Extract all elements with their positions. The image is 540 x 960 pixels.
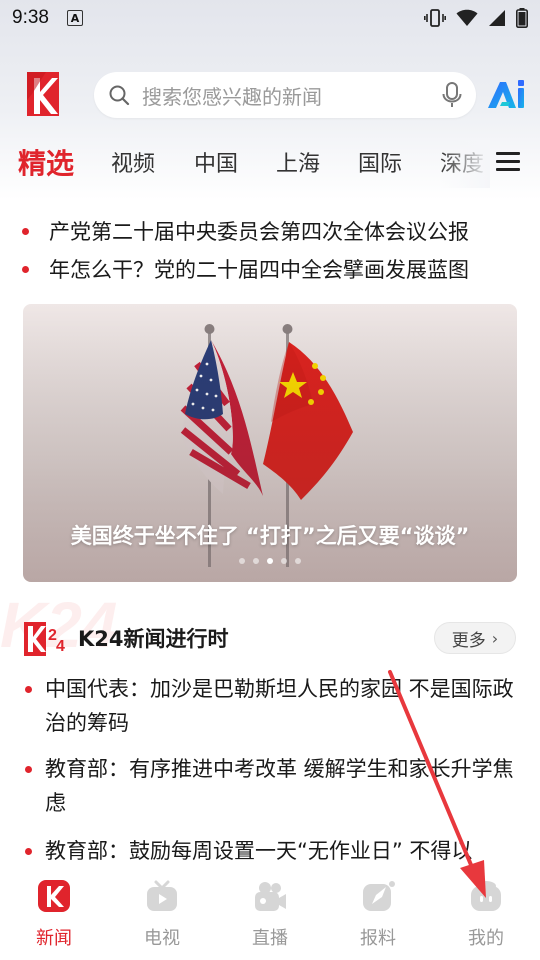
search-input[interactable]: 搜索您感兴趣的新闻 (142, 81, 442, 110)
nav-label: 报料 (360, 928, 396, 949)
headline-item[interactable]: 产党第二十届中央委员会第四次全体会议公报 (22, 216, 469, 246)
carousel-dot-active (267, 558, 273, 564)
tab-international[interactable]: 国际 (358, 146, 402, 178)
tab-shanghai[interactable]: 上海 (276, 146, 320, 178)
svg-text:4: 4 (56, 638, 65, 655)
wifi-icon (456, 9, 478, 26)
search-bar[interactable]: 搜索您感兴趣的新闻 (94, 72, 476, 118)
app-logo[interactable] (24, 70, 62, 118)
category-tabs: 精选 视频 中国 上海 国际 深度 (0, 140, 540, 188)
featured-banner[interactable]: 美国终于坐不住了 “打打”之后又要“谈谈” (23, 304, 517, 582)
news-list-item[interactable]: 教育部：鼓励每周设置一天“无作业日” 不得以 (22, 834, 516, 868)
bullet-dot (22, 227, 29, 235)
banner-caption[interactable]: 美国终于坐不住了 “打打”之后又要“谈谈” (23, 520, 517, 550)
bullet-dot (25, 766, 32, 773)
k24-logo: 2 4 (24, 622, 65, 656)
keyboard-a-icon: A (66, 10, 83, 26)
carousel-dot (295, 558, 301, 564)
camera-icon (255, 882, 286, 911)
ai-icon[interactable] (486, 78, 526, 110)
app-header: 搜索您感兴趣的新闻 (0, 70, 540, 120)
carousel-dot (239, 558, 245, 564)
report-icon (363, 881, 395, 911)
status-time: 9:38 (12, 7, 49, 28)
headline-text[interactable]: 年怎么干？党的二十届四中全会擘画发展蓝图 (49, 254, 469, 284)
more-label: 更多 (451, 630, 486, 651)
nav-report[interactable]: 报料 (338, 878, 418, 950)
profile-icon (471, 881, 501, 911)
nav-label: 我的 (468, 928, 504, 949)
microphone-icon[interactable] (442, 82, 462, 108)
nav-label: 直播 (252, 928, 288, 949)
nav-profile[interactable]: 我的 (446, 878, 526, 950)
carousel-dot (281, 558, 287, 564)
status-bar: 9:38 A (0, 0, 540, 36)
battery-icon (516, 8, 528, 28)
headline-item[interactable]: 年怎么干？党的二十届四中全会擘画发展蓝图 (22, 254, 469, 284)
bottom-navigation: 新闻 电视 直播 报料 我的 (0, 866, 540, 960)
bullet-dot (25, 848, 32, 855)
chevron-right-icon: › (491, 628, 499, 648)
carousel-dot (253, 558, 259, 564)
news-list-item[interactable]: 教育部：有序推进中考改革 缓解学生和家长升学焦虑 (22, 752, 516, 820)
signal-icon (489, 10, 505, 26)
nav-label: 电视 (144, 928, 180, 949)
section-header: 2 4 K24新闻进行时 (22, 618, 229, 658)
tab-china[interactable]: 中国 (194, 146, 238, 178)
nav-label: 新闻 (36, 928, 72, 949)
tv-icon (147, 880, 177, 911)
news-item-text[interactable]: 教育部：有序推进中考改革 缓解学生和家长升学焦虑 (22, 752, 516, 820)
menu-icon[interactable] (496, 152, 520, 174)
search-icon (109, 85, 130, 106)
tab-featured[interactable]: 精选 (18, 142, 74, 182)
tabs-fade-overlay (440, 140, 490, 188)
carousel-indicator (23, 558, 517, 564)
vibrate-icon (424, 9, 446, 27)
nav-live[interactable]: 直播 (230, 878, 310, 950)
nav-news[interactable]: 新闻 (14, 878, 94, 950)
more-button[interactable]: 更多 › (434, 622, 516, 654)
status-icons (424, 8, 528, 28)
nav-tv[interactable]: 电视 (122, 878, 202, 950)
news-list-item[interactable]: 中国代表：加沙是巴勒斯坦人民的家园 不是国际政治的筹码 (22, 672, 516, 740)
news-icon (38, 880, 70, 912)
bullet-dot (22, 265, 29, 273)
headline-text[interactable]: 产党第二十届中央委员会第四次全体会议公报 (49, 216, 469, 246)
news-item-text[interactable]: 中国代表：加沙是巴勒斯坦人民的家园 不是国际政治的筹码 (22, 672, 516, 740)
bullet-dot (25, 686, 32, 693)
news-item-text[interactable]: 教育部：鼓励每周设置一天“无作业日” 不得以 (22, 834, 516, 868)
section-title: K24新闻进行时 (78, 627, 229, 651)
tab-video[interactable]: 视频 (111, 146, 155, 178)
